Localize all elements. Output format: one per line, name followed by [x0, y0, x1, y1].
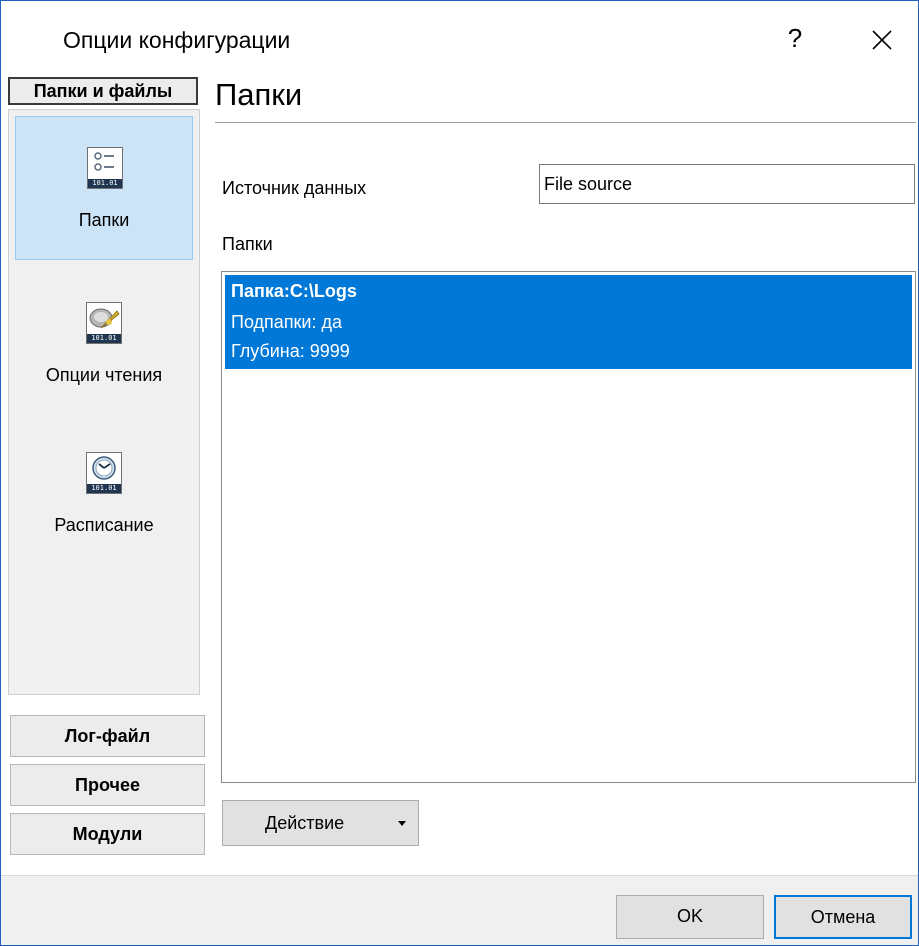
clock-icon: 101.01	[86, 452, 122, 494]
footer-separator	[1, 875, 918, 876]
nav-group-log-file[interactable]: Лог-файл	[10, 715, 205, 757]
page-title: Папки	[215, 77, 303, 112]
close-button[interactable]	[863, 23, 899, 55]
read-options-icon: 101.01	[86, 302, 122, 344]
nav-item-schedule[interactable]: 101.01 Расписание	[15, 422, 193, 566]
config-dialog: Опции конфигурации ? Папки и файлы 101.0…	[0, 0, 919, 946]
action-button-label: Действие	[265, 813, 345, 833]
window-title: Опции конфигурации	[63, 27, 291, 53]
icon-strip: 101.01	[87, 334, 121, 343]
datasource-label: Источник данных	[222, 178, 367, 198]
folders-label: Папки	[222, 234, 273, 254]
nav-item-label: Папки	[78, 210, 130, 230]
cancel-button[interactable]: Отмена	[774, 895, 912, 939]
folders-listbox[interactable]: Папка:C:\Logs Подпапки: да Глубина: 9999	[221, 271, 916, 783]
nav-panel: 101.01 Папки 101.01 Опции чтения 101.01 …	[8, 109, 200, 695]
title-bar: Опции конфигурации ?	[1, 1, 918, 77]
nav-item-label: Расписание	[54, 515, 154, 535]
nav-item-read-options[interactable]: 101.01 Опции чтения	[15, 272, 193, 416]
icon-strip: 101.01	[88, 179, 122, 188]
nav-item-folders[interactable]: 101.01 Папки	[15, 116, 193, 260]
datasource-input[interactable]	[539, 164, 915, 204]
nav-group-modules[interactable]: Модули	[10, 813, 205, 855]
folder-list-icon: 101.01	[87, 147, 123, 189]
nav-group-folders-files[interactable]: Папки и файлы	[8, 77, 198, 105]
icon-strip: 101.01	[87, 484, 121, 493]
folder-path: Папка:C:\Logs	[231, 281, 357, 301]
nav-item-label: Опции чтения	[45, 365, 163, 385]
chevron-down-icon	[398, 821, 406, 826]
title-separator	[215, 122, 916, 123]
help-button[interactable]: ?	[785, 23, 805, 53]
folder-depth: Глубина: 9999	[231, 341, 350, 361]
folder-subfolders: Подпапки: да	[231, 312, 343, 332]
dialog-body: Папки и файлы 101.01 Папки 101.01 Опции …	[1, 77, 918, 875]
list-item[interactable]: Папка:C:\Logs Подпапки: да Глубина: 9999	[225, 275, 912, 369]
nav-group-other[interactable]: Прочее	[10, 764, 205, 806]
action-dropdown-button[interactable]: Действие	[222, 800, 419, 846]
close-icon	[872, 30, 892, 50]
ok-button[interactable]: OK	[616, 895, 764, 939]
